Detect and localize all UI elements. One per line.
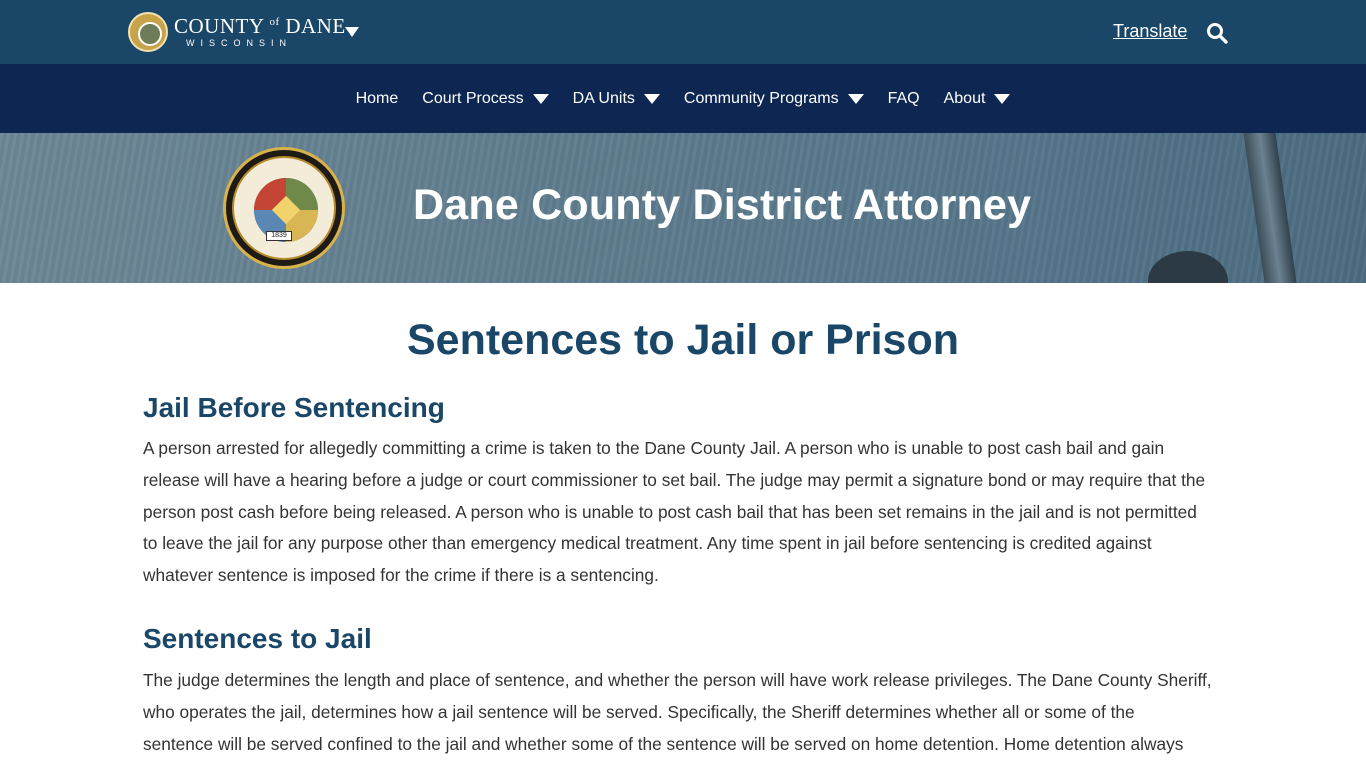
logo-wisconsin: WISCONSIN [186, 38, 293, 48]
nav-item-court-process[interactable]: Court Process [422, 89, 549, 108]
paragraph-jail-before-sentencing: A person arrested for allegedly committi… [143, 433, 1225, 592]
caret-down-icon[interactable] [847, 93, 864, 104]
logo-of: of [269, 16, 280, 28]
paragraph-line: whatever sentence is imposed for the cri… [143, 565, 659, 586]
chevron-down-icon[interactable] [345, 27, 359, 37]
seal-ring [232, 156, 336, 260]
county-seal-icon [128, 12, 168, 52]
nav-item-label: FAQ [887, 89, 920, 107]
caret-down-icon[interactable] [532, 93, 549, 104]
paragraph-sentences-to-jail: The judge determines the length and plac… [143, 665, 1225, 760]
top-bar: COUNTY of DANE WISCONSIN Translate [0, 0, 1366, 64]
nav-item-label: DA Units [572, 89, 635, 107]
nav-item-label: Home [355, 89, 399, 107]
county-logo[interactable]: COUNTY of DANE WISCONSIN [128, 12, 346, 52]
nav-item-label: Court Process [422, 89, 524, 107]
paragraph-line: release will have a hearing before a jud… [143, 469, 1206, 490]
nav-item-da-units[interactable]: DA Units [573, 90, 660, 108]
paragraph-line: person post cash before being released. … [143, 501, 1197, 522]
nav-item-community-programs[interactable]: Community Programs [684, 90, 864, 108]
nav-item-label: Community Programs [683, 89, 839, 107]
translate-link[interactable]: Translate [1113, 21, 1187, 42]
section-heading-jail-before-sentencing: Jail Before Sentencing [143, 392, 445, 423]
page-title: Sentences to Jail or Prison [406, 316, 959, 364]
caret-down-icon[interactable] [994, 93, 1011, 104]
paragraph-line: who operates the jail, determines how a … [143, 701, 1135, 722]
logo-county: COUNTY [174, 14, 264, 38]
county-seal-large-icon: 1839 [223, 147, 345, 269]
logo-dane: DANE [285, 14, 346, 38]
nav-item-about[interactable]: About [944, 90, 1011, 108]
main-nav: Home Court Process DA Units Community Pr… [0, 64, 1366, 133]
paragraph-line: A person arrested for allegedly committi… [143, 438, 1165, 458]
seal-year: 1839 [266, 231, 292, 241]
hero-title: Dane County District Attorney [413, 181, 1032, 229]
nav-item-home[interactable]: Home [356, 90, 399, 108]
caret-down-icon[interactable] [643, 93, 660, 104]
search-icon[interactable] [1206, 22, 1228, 44]
nav-item-faq[interactable]: FAQ [888, 90, 920, 108]
section-heading-sentences-to-jail: Sentences to Jail [143, 623, 372, 654]
paragraph-line: sentence will be served confined to the … [143, 733, 1184, 754]
logo-text: COUNTY of DANE WISCONSIN [174, 16, 346, 48]
paragraph-line: to leave the jail for any purpose other … [143, 533, 1152, 554]
paragraph-line: The judge determines the length and plac… [143, 670, 1212, 690]
nav-item-label: About [943, 89, 986, 107]
